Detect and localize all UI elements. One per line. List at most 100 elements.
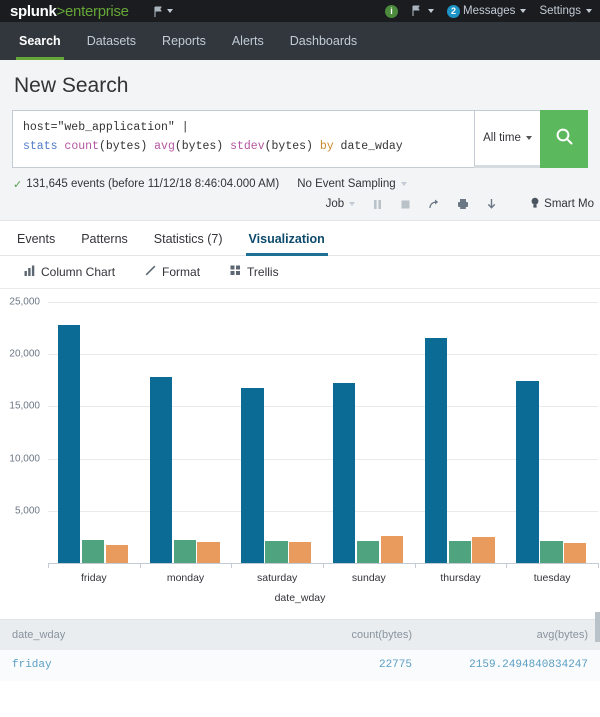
chart-bar[interactable] — [241, 388, 263, 563]
pause-icon[interactable] — [372, 199, 383, 210]
job-label: Job — [326, 198, 345, 210]
chart-bar[interactable] — [564, 543, 586, 563]
chart-bar[interactable] — [150, 377, 172, 563]
x-axis-tick-label: sunday — [352, 572, 386, 584]
x-axis-tick-label: monday — [167, 572, 204, 584]
flag-icon — [411, 5, 423, 17]
chart-bar[interactable] — [516, 381, 538, 563]
chart-bar[interactable] — [472, 537, 494, 563]
chart-bar[interactable] — [174, 540, 196, 563]
nav-label: Alerts — [232, 34, 264, 48]
y-axis-tick-label: 25,000 — [0, 296, 40, 307]
settings-menu[interactable]: Settings — [539, 5, 592, 17]
chart-type-label: Column Chart — [41, 265, 115, 279]
y-axis-tick-label: 5,000 — [0, 505, 40, 516]
results-meta-row: ✓ 131,645 events (before 11/12/18 8:46:0… — [0, 168, 600, 191]
splunk-logo[interactable]: splunk>enterprise — [10, 4, 129, 19]
x-axis-tick-label: thursday — [440, 572, 480, 584]
chart-bar[interactable] — [106, 545, 128, 563]
chart-bar[interactable] — [425, 338, 447, 562]
cell-date-wday[interactable]: friday — [12, 659, 222, 671]
tab-label: Patterns — [81, 232, 128, 246]
bar-chart-icon — [24, 265, 35, 279]
nav-item-search[interactable]: Search — [6, 22, 74, 60]
messages-count-badge: 2 — [447, 5, 460, 18]
trellis-label: Trellis — [247, 265, 279, 279]
column-header-avg-bytes[interactable]: avg(bytes) — [412, 629, 588, 641]
share-icon[interactable] — [428, 198, 440, 210]
chart-bar[interactable] — [289, 542, 311, 563]
trellis-button[interactable]: Trellis — [230, 265, 279, 279]
table-row[interactable]: friday 22775 2159.2494840834247 — [0, 650, 600, 681]
chart-bar[interactable] — [540, 541, 562, 563]
chevron-down-icon — [526, 136, 532, 140]
print-icon[interactable] — [457, 198, 469, 210]
chevron-down-icon — [349, 202, 355, 206]
y-axis-tick-label: 20,000 — [0, 349, 40, 360]
chevron-down-icon — [428, 9, 434, 13]
cell-avg-bytes: 2159.2494840834247 — [412, 659, 588, 671]
time-range-picker[interactable]: All time — [474, 110, 540, 168]
event-sampling-dropdown[interactable]: No Event Sampling — [297, 178, 406, 190]
tab-label: Visualization — [249, 232, 325, 246]
grid-icon — [230, 265, 241, 279]
chart-type-button[interactable]: Column Chart — [24, 265, 115, 279]
chevron-down-icon — [401, 182, 407, 186]
chart-bar[interactable] — [197, 542, 219, 563]
run-search-button[interactable] — [540, 110, 588, 168]
x-axis-tick-label: friday — [81, 572, 107, 584]
check-icon: ✓ — [13, 178, 22, 191]
chart-bar[interactable] — [333, 383, 355, 563]
chart-bar[interactable] — [381, 536, 403, 563]
table-header-row: date_wday count(bytes) avg(bytes) — [0, 619, 600, 650]
x-axis-tick-mark — [323, 563, 324, 568]
chart-bar[interactable] — [449, 541, 471, 563]
activity-flag-button[interactable] — [411, 5, 434, 17]
chart-bar[interactable] — [357, 541, 379, 563]
chevron-down-icon — [167, 9, 173, 13]
magnifier-icon — [555, 127, 574, 151]
chart-bar[interactable] — [265, 541, 287, 563]
info-badge-button[interactable]: i — [385, 5, 398, 18]
format-button[interactable]: Format — [145, 265, 200, 279]
search-mode-selector[interactable]: Smart Mo — [530, 197, 594, 212]
tab-events[interactable]: Events — [4, 221, 68, 255]
nav-item-alerts[interactable]: Alerts — [219, 22, 277, 60]
search-input[interactable]: host="web_application" | stats count(byt… — [12, 110, 474, 168]
nav-item-dashboards[interactable]: Dashboards — [277, 22, 370, 60]
vertical-scrollbar-thumb[interactable] — [595, 612, 600, 642]
pencil-icon — [145, 265, 156, 279]
search-mode-label: Smart Mo — [544, 198, 594, 210]
query-command-stats: stats — [23, 140, 58, 153]
download-icon[interactable] — [486, 198, 497, 210]
nav-item-reports[interactable]: Reports — [149, 22, 219, 60]
x-axis-title: date_wday — [0, 592, 600, 604]
event-sampling-label: No Event Sampling — [297, 178, 395, 190]
column-chart[interactable]: 25,00020,00015,00010,0005,000fridaymonda… — [0, 289, 600, 619]
nav-item-datasets[interactable]: Datasets — [74, 22, 149, 60]
y-axis-tick-label: 15,000 — [0, 401, 40, 412]
x-axis-tick-mark — [415, 563, 416, 568]
y-gridline — [48, 302, 598, 303]
column-header-count-bytes[interactable]: count(bytes) — [222, 629, 412, 641]
nav-label: Dashboards — [290, 34, 357, 48]
column-header-date-wday[interactable]: date_wday — [12, 629, 222, 641]
chart-bar[interactable] — [58, 325, 80, 563]
x-axis-tick-label: saturday — [257, 572, 297, 584]
flag-icon — [153, 5, 165, 17]
search-bar: host="web_application" | stats count(byt… — [0, 110, 600, 168]
query-arg-3: (bytes) — [265, 140, 313, 153]
job-menu-button[interactable]: Job — [326, 198, 356, 210]
events-count-text: 131,645 events (before 11/12/18 8:46:04.… — [26, 178, 279, 190]
tab-patterns[interactable]: Patterns — [68, 221, 141, 255]
app-selector[interactable] — [153, 5, 173, 17]
x-axis-tick-mark — [140, 563, 141, 568]
tab-visualization[interactable]: Visualization — [236, 221, 338, 255]
tab-statistics[interactable]: Statistics (7) — [141, 221, 236, 255]
query-arg-1: (bytes) — [99, 140, 147, 153]
visualization-toolbar: Column Chart Format Trellis — [0, 256, 600, 289]
chart-bar[interactable] — [82, 540, 104, 563]
tab-label: Events — [17, 232, 55, 246]
messages-menu[interactable]: 2 Messages — [447, 5, 526, 18]
stop-icon[interactable] — [400, 199, 411, 210]
